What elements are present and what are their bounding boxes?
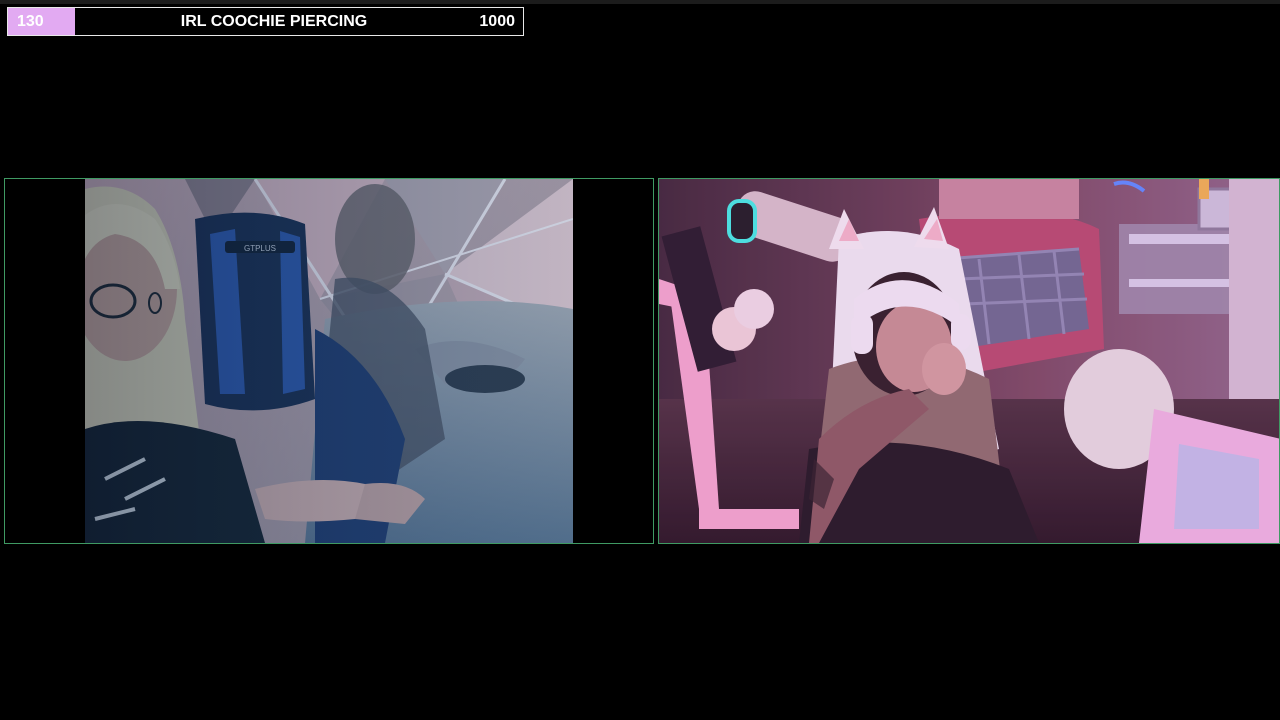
- top-edge-strip: [0, 0, 1280, 4]
- goal-title: IRL COOCHIE PIERCING: [180, 13, 368, 30]
- webcam-video-right: [659, 179, 1279, 543]
- goal-current-count: 130: [17, 13, 44, 30]
- webcam-video-left: GTPLUS: [85, 179, 573, 543]
- goal-target-count: 1000: [479, 13, 515, 30]
- camera-frame-left: GTPLUS: [4, 178, 654, 544]
- camera-frame-right: [658, 178, 1280, 544]
- goal-bar: 130 IRL COOCHIE PIERCING 1000: [7, 7, 524, 36]
